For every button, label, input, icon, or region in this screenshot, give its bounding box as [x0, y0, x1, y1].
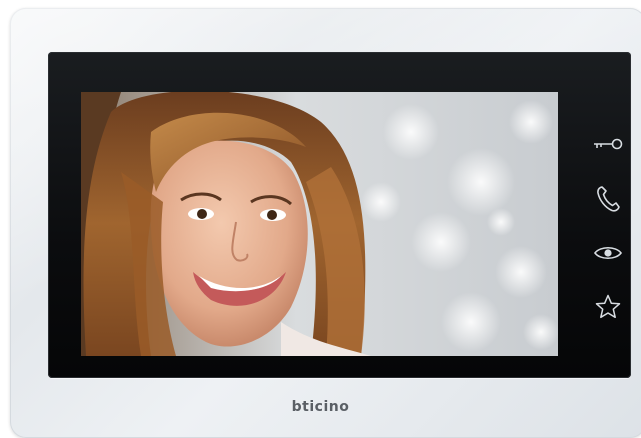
star-icon: [595, 294, 621, 319]
camera-view-button[interactable]: [588, 233, 628, 273]
door-lock-key-icon: [594, 138, 623, 150]
answer-call-button[interactable]: [588, 179, 628, 219]
visitor-video-image: [81, 92, 558, 356]
phone-handset-icon: [597, 186, 620, 212]
video-feed-screen: [81, 92, 558, 356]
side-control-panel: [588, 122, 628, 332]
eye-icon: [594, 246, 622, 260]
favorites-button[interactable]: [588, 287, 628, 327]
door-unlock-button[interactable]: [588, 124, 628, 164]
brand-logo: bticino: [291, 399, 350, 415]
